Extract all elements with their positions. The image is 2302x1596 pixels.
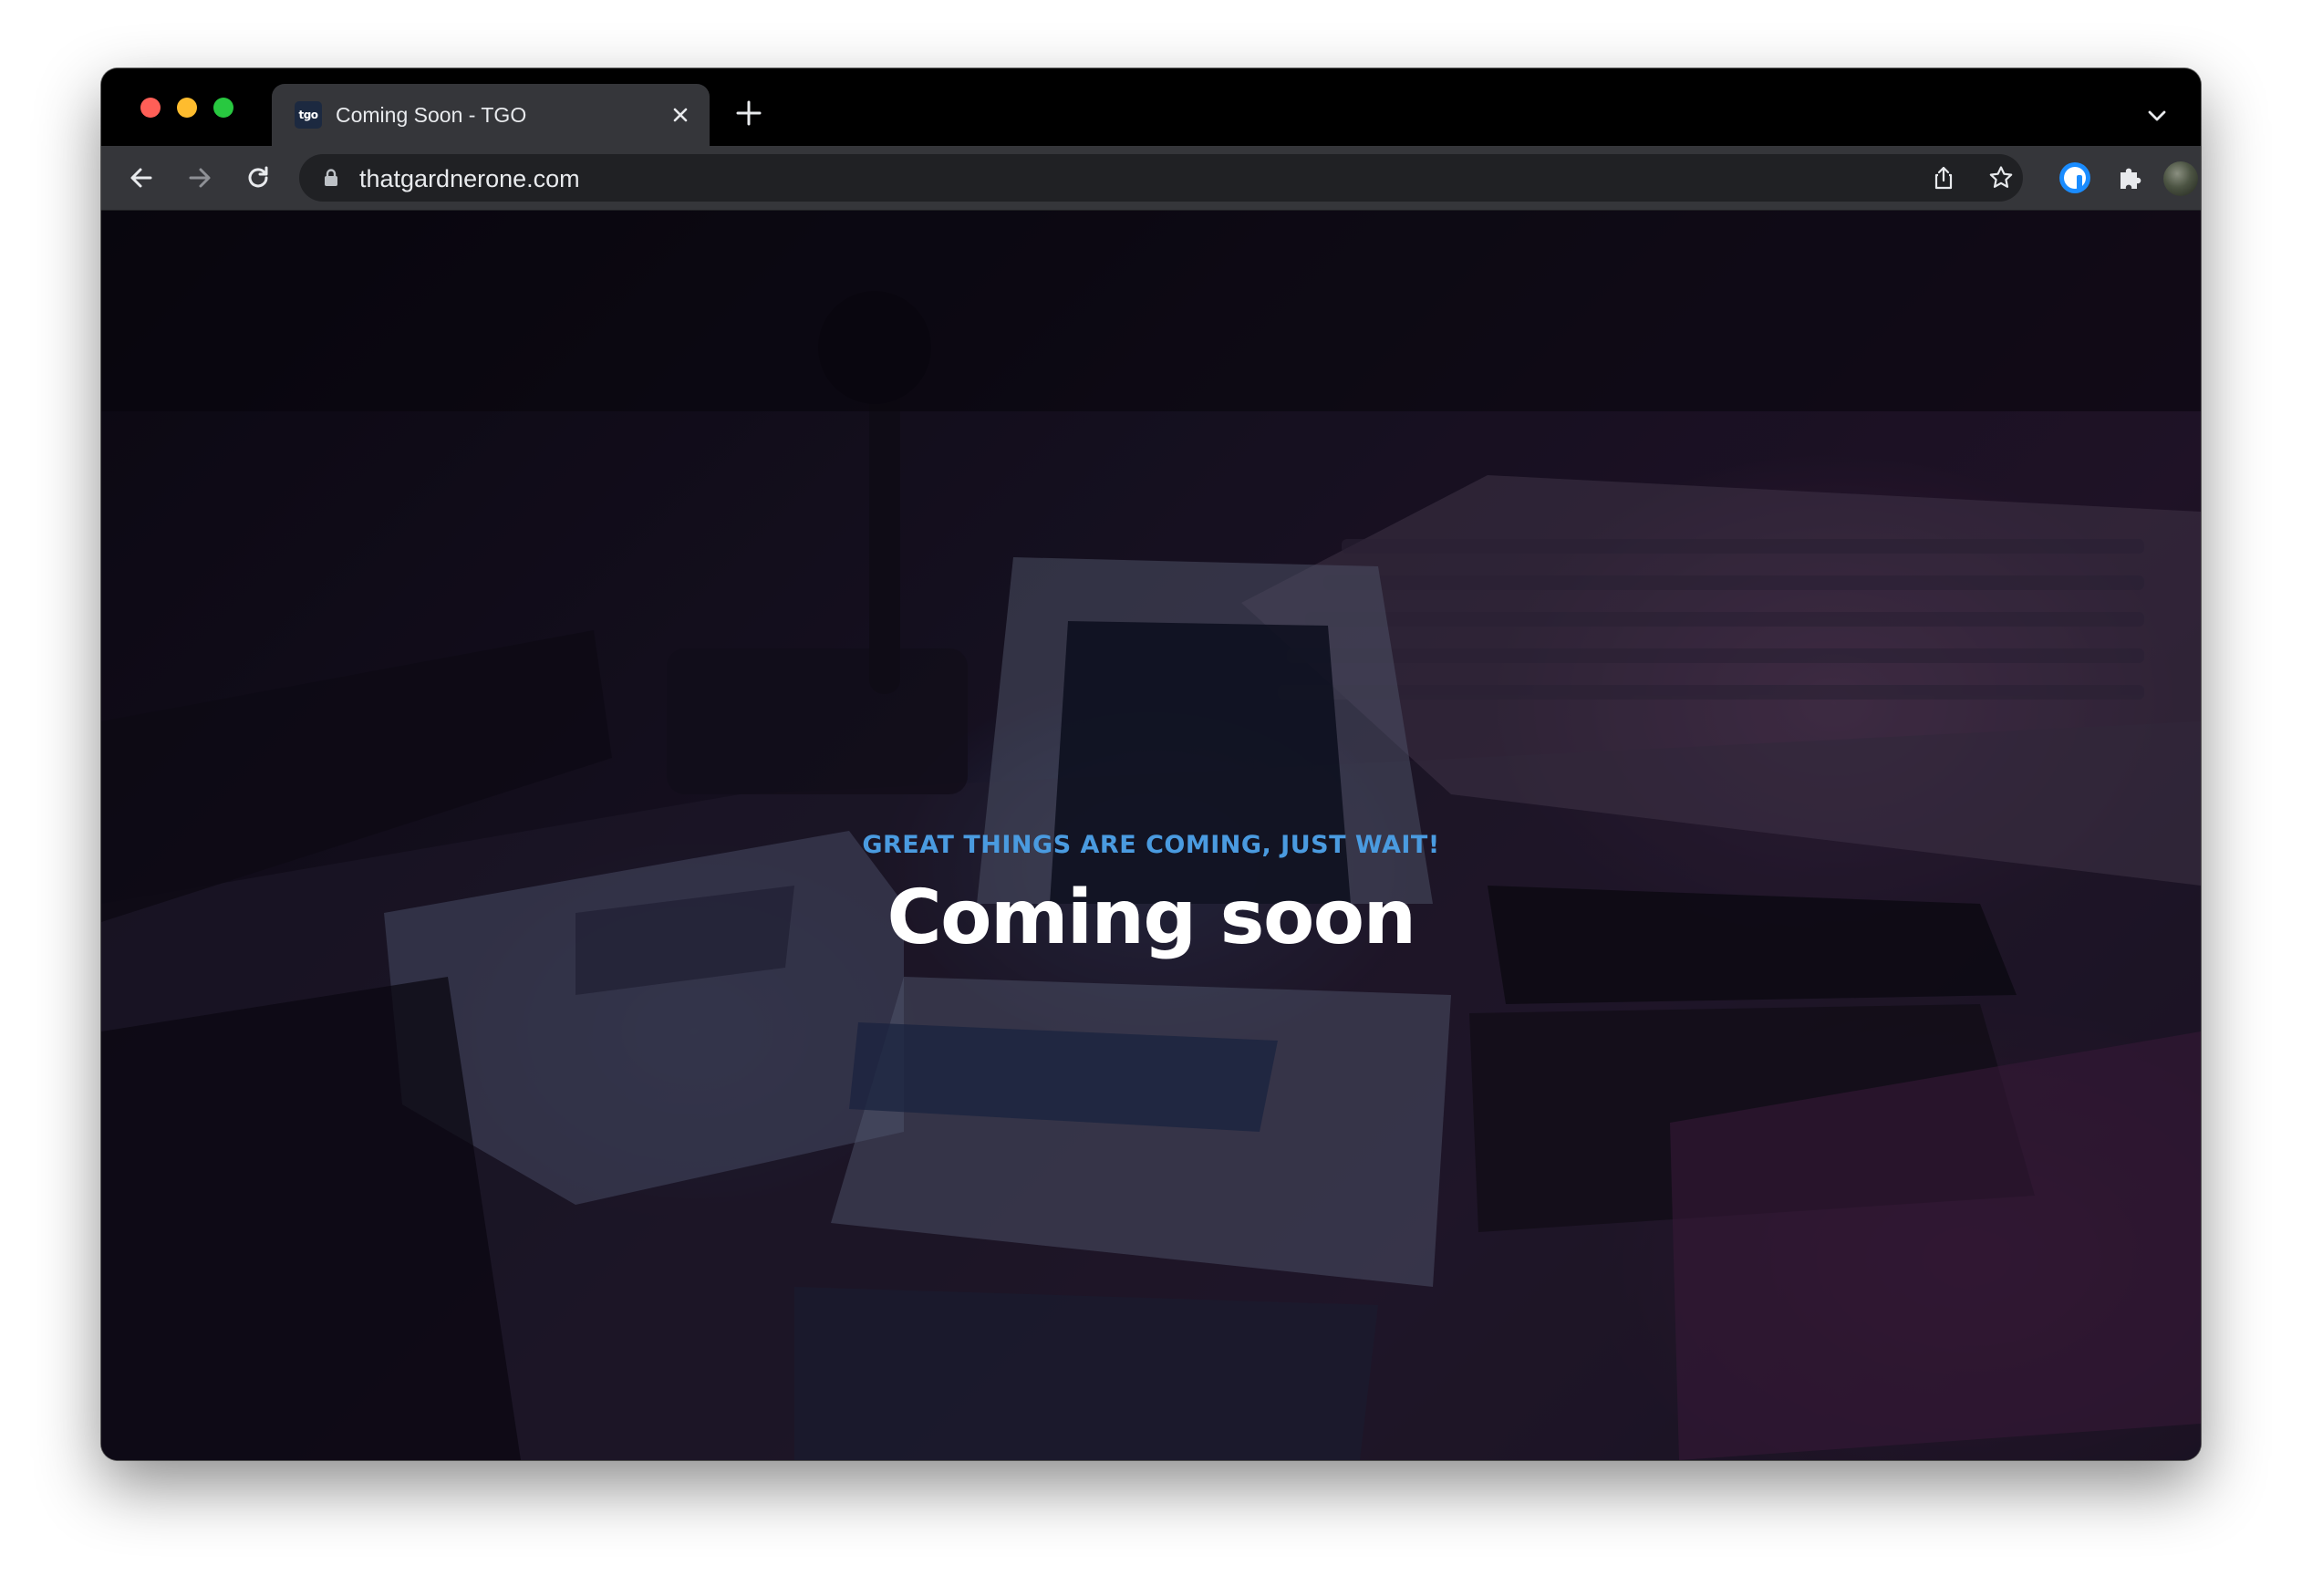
browser-window: tgo Coming Soon - TGO thatgardnerone.com… <box>101 68 2201 1460</box>
zoom-window-button[interactable] <box>213 98 233 118</box>
avatar[interactable] <box>2163 161 2198 196</box>
close-icon[interactable] <box>668 102 693 128</box>
puzzle-icon[interactable] <box>2114 161 2147 194</box>
plus-icon[interactable] <box>733 98 764 129</box>
tgo-favicon-icon: tgo <box>295 101 322 129</box>
address-bar[interactable]: thatgardnerone.com <box>299 154 2023 202</box>
share-icon[interactable] <box>1930 164 1957 192</box>
chevron-down-icon[interactable] <box>2144 103 2170 129</box>
1password-icon[interactable] <box>2059 162 2090 193</box>
minimize-window-button[interactable] <box>177 98 197 118</box>
close-window-button[interactable] <box>140 98 161 118</box>
hero-headline: Coming soon <box>887 875 1416 961</box>
hero: GREAT THINGS ARE COMING, JUST WAIT! Comi… <box>101 831 2201 956</box>
tab-strip: tgo Coming Soon - TGO <box>101 68 2201 146</box>
1password-inner <box>2064 167 2086 190</box>
1password-bar <box>2077 175 2082 190</box>
url-text[interactable]: thatgardnerone.com <box>359 165 580 193</box>
star-icon[interactable] <box>1987 164 2015 192</box>
tab-coming-soon[interactable]: tgo Coming Soon - TGO <box>272 84 710 146</box>
arrow-right-icon[interactable] <box>183 161 216 194</box>
hero-kicker: GREAT THINGS ARE COMING, JUST WAIT! <box>862 831 1440 859</box>
reload-icon[interactable] <box>242 161 275 194</box>
page-content: GREAT THINGS ARE COMING, JUST WAIT! Comi… <box>101 211 2201 1460</box>
arrow-left-icon[interactable] <box>125 161 158 194</box>
tab-title: Coming Soon - TGO <box>336 103 527 127</box>
lock-icon[interactable] <box>321 168 341 188</box>
toolbar: thatgardnerone.com <box>101 146 2201 211</box>
